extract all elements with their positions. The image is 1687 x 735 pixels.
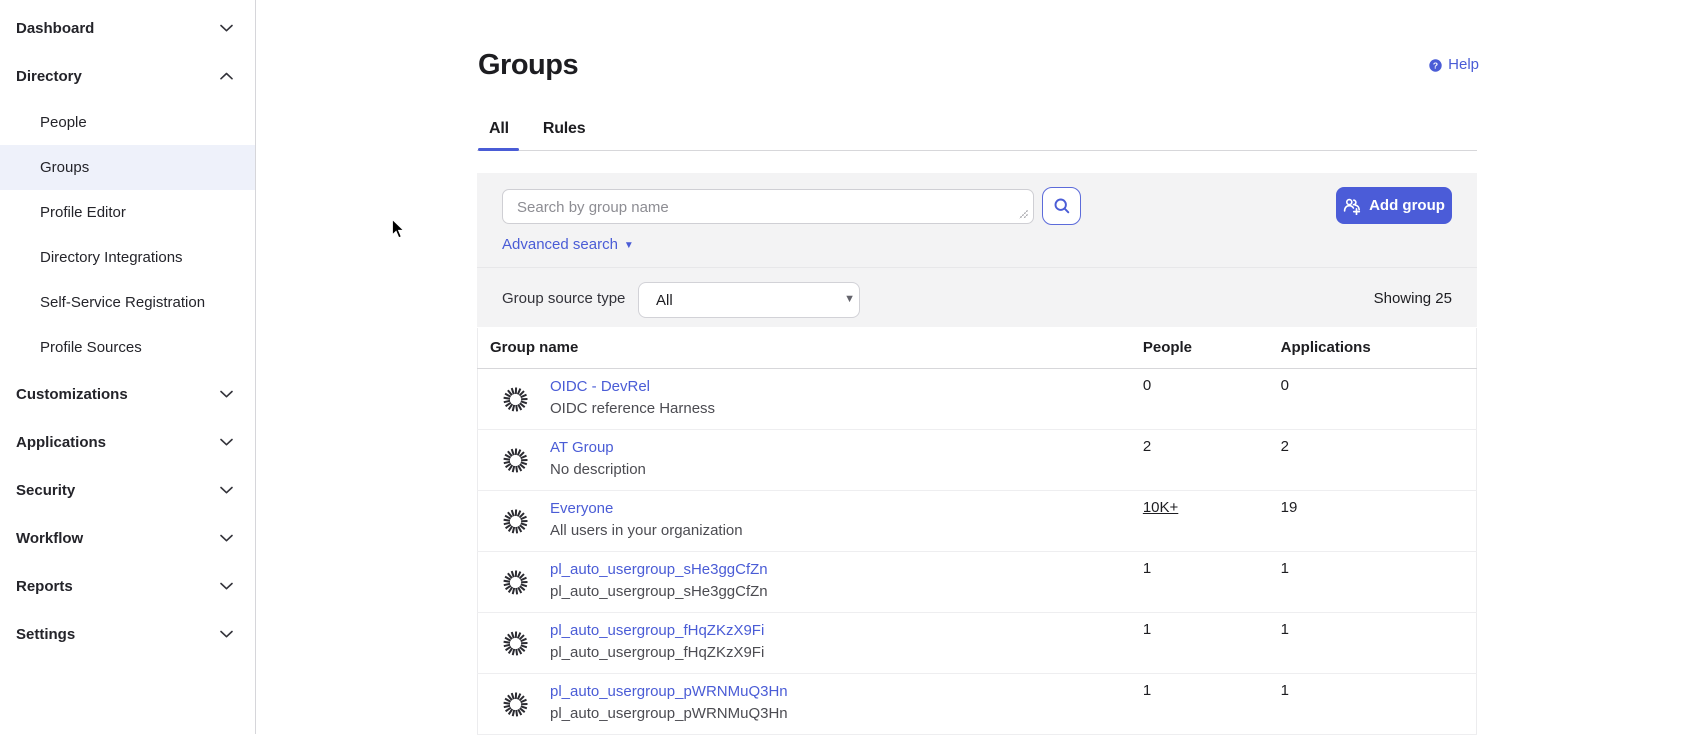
svg-text:?: ? xyxy=(1433,61,1438,71)
